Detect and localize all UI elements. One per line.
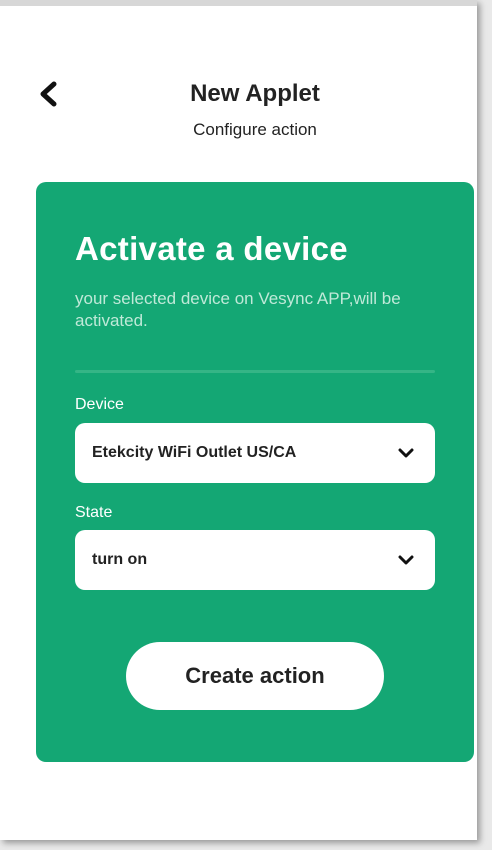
chevron-down-icon (397, 554, 415, 566)
page-title: New Applet (190, 80, 320, 107)
chevron-down-icon (397, 447, 415, 459)
page-subtitle: Configure action (193, 120, 317, 139)
device-field-label: Device (75, 396, 124, 413)
app-screen: New Applet Configure action Activate a d… (0, 0, 477, 840)
status-strip (0, 0, 477, 6)
divider (75, 370, 435, 373)
action-title: Activate a device (75, 230, 348, 267)
action-description: your selected device on Vesync APP,will … (75, 289, 401, 330)
state-select-value: turn on (92, 551, 148, 568)
action-card: Activate a device your selected device o… (36, 182, 474, 762)
device-select[interactable]: Etekcity WiFi Outlet US/CA (75, 423, 435, 483)
device-select-value: Etekcity WiFi Outlet US/CA (92, 444, 297, 461)
state-select[interactable]: turn on (75, 530, 435, 590)
state-field-label: State (75, 504, 113, 521)
create-action-button[interactable]: Create action (126, 642, 384, 710)
